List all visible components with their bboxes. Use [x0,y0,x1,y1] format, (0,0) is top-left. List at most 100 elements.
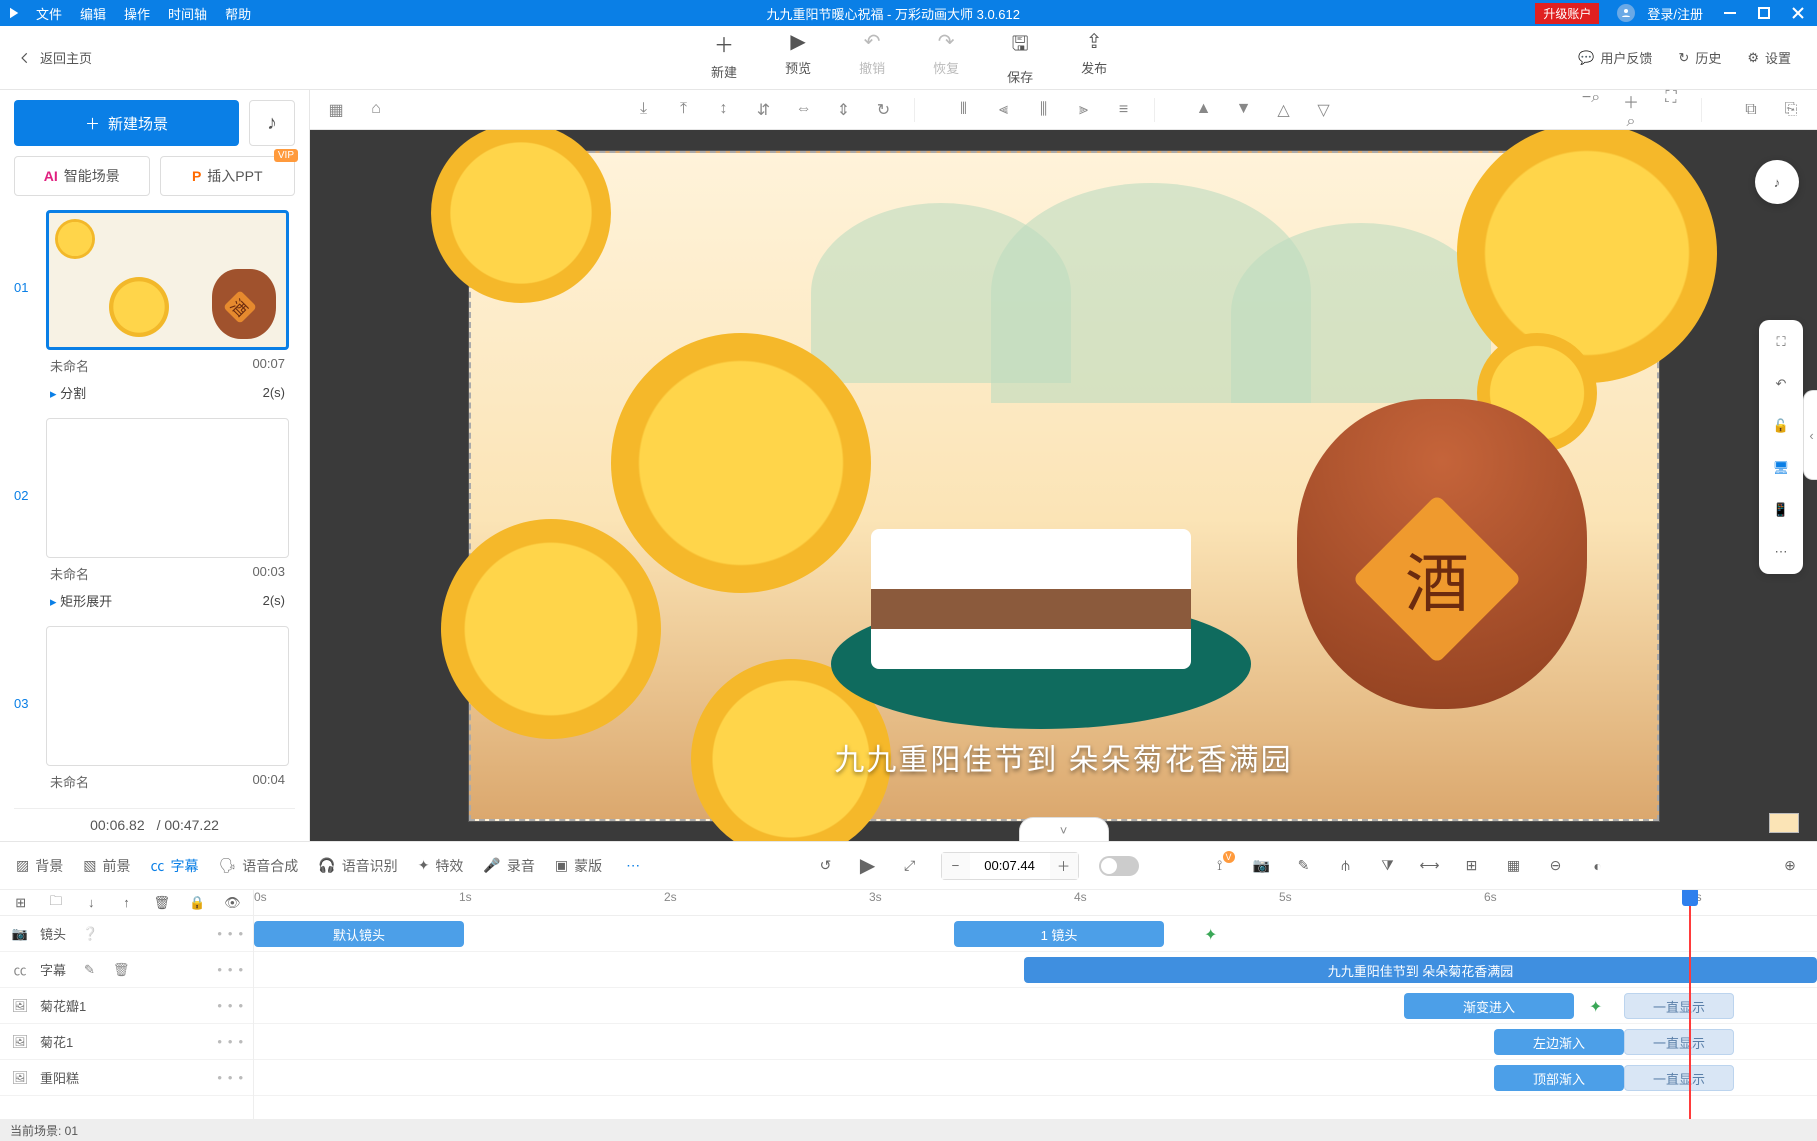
keyframe-icon[interactable]: ⟟V [1209,857,1231,874]
trim-icon[interactable]: ⟷ [1419,857,1441,874]
add-keyframe-icon[interactable]: ✦ [1589,997,1602,1017]
playhead[interactable] [1689,890,1691,1119]
help-q-icon[interactable]: ❔ [82,926,98,942]
clip-camera-1[interactable]: 1 镜头 [954,921,1164,947]
mobile-icon[interactable]: 📱 [1769,498,1793,522]
move-up-icon[interactable]: ↑ [116,895,137,910]
zoom-in-icon[interactable]: ＋⌕ [1621,89,1641,131]
send-back-icon[interactable]: ▼ [1234,100,1254,120]
track-row-layer[interactable]: 顶部渐入 一直显示 [254,1060,1817,1096]
tab-foreground[interactable]: ▧前景 [83,856,130,876]
track-head-layer[interactable]: 🖼 菊花1 ••• [0,1024,253,1060]
minimap-thumb[interactable] [1769,813,1799,833]
scene-thumbnail[interactable] [46,418,289,558]
clip-fx-stay[interactable]: 一直显示 [1624,1029,1734,1055]
edit-icon[interactable]: ✎ [1293,857,1315,874]
align-v-center-icon[interactable]: ↕ [714,100,734,120]
dist-h-icon[interactable]: ⫴ [954,101,974,119]
menu-file[interactable]: 文件 [36,4,62,23]
lock-open-icon[interactable]: 🔓 [1769,414,1793,438]
track-head-layer[interactable]: 🖼 菊花瓣1 ••• [0,988,253,1024]
flip-h-icon[interactable]: ⇔ [794,100,814,120]
play-icon[interactable]: ▸ [50,594,57,609]
window-minimize[interactable] [1715,0,1745,26]
copy-icon[interactable]: ⧉ [1741,101,1761,119]
tab-record[interactable]: 🎤录音 [483,856,534,876]
expand-icon[interactable]: ⤢ [899,857,921,874]
track-row-camera[interactable]: 默认镜头 1 镜头 ✦ [254,916,1817,952]
scene-item[interactable]: 02 未命名00:03 ▸ 矩形展开2(s) [14,418,289,620]
home-icon[interactable]: ⌂ [366,100,386,120]
tab-background[interactable]: ▨背景 [16,856,63,876]
scene-thumbnail[interactable] [46,626,289,766]
add-plus-right-icon[interactable]: ⊕ [1779,857,1801,874]
grid-icon[interactable]: ▦ [1503,857,1525,874]
add-keyframe-icon[interactable]: ✦ [1204,925,1217,945]
menu-timeline[interactable]: 时间轴 [168,4,207,23]
tab-asr[interactable]: 🎧语音识别 [318,856,397,876]
toolbar-redo[interactable]: ↷恢复 [933,29,959,86]
track-row-layer[interactable]: 左边渐入 一直显示 [254,1024,1817,1060]
track-row-layer[interactable]: 渐变进入 ✦ 一直显示 [254,988,1817,1024]
rewind-icon[interactable]: ↺ [815,857,837,874]
tab-mask[interactable]: ▣蒙版 [555,856,602,876]
clip-camera-default[interactable]: 默认镜头 [254,921,464,947]
menu-action[interactable]: 操作 [124,4,150,23]
dist-v-icon[interactable]: ≡ [1114,101,1134,119]
collapse-stage-handle[interactable]: ˅ [1019,817,1109,841]
fullscreen-icon[interactable]: ⛶ [1769,330,1793,354]
smart-scene-button[interactable]: AI智能场景 [14,156,150,196]
ruler-icon[interactable]: ▦ [326,100,346,120]
clip-subtitle[interactable]: 九九重阳佳节到 朵朵菊花香满园 [1024,957,1817,983]
insert-ppt-button[interactable]: P插入PPTVIP [160,156,296,196]
move-down-icon[interactable]: ↓ [81,895,102,910]
play-button[interactable]: ▶ [857,853,879,878]
toolbar-new[interactable]: ＋新建 [711,29,737,86]
login-link[interactable]: 登录/注册 [1639,4,1711,23]
play-icon[interactable]: ▸ [50,386,57,401]
track-row-subtitle[interactable]: 九九重阳佳节到 朵朵菊花香满园 [254,952,1817,988]
avatar-icon[interactable] [1617,4,1635,22]
desktop-icon[interactable]: 🖥 [1769,456,1793,480]
clip-fx-enter[interactable]: 顶部渐入 [1494,1065,1624,1091]
track-head-layer[interactable]: 🖼 重阳糕 ••• [0,1060,253,1096]
timeline-tracks[interactable]: 0s 1s 2s 3s 4s 5s 6s 7s 默认镜头 1 镜头 ✦ 九九重阳… [254,890,1817,1119]
forward-icon[interactable]: △ [1274,100,1294,120]
new-scene-button[interactable]: ＋新建场景 [14,100,239,146]
clip-fx-stay[interactable]: 一直显示 [1624,993,1734,1019]
upgrade-badge[interactable]: 升级账户 [1535,3,1599,24]
scene-item[interactable]: 01 未命名00:07 ▸ 分割2(s) [14,210,289,412]
zoom-out-tl-icon[interactable]: ⊖ [1545,857,1567,874]
clip-fx-enter[interactable]: 左边渐入 [1494,1029,1624,1055]
track-head-subtitle[interactable]: ㏄ 字幕 ✎ 🗑 ••• [0,952,253,988]
scene-music-button[interactable]: ♪ [249,100,295,146]
edit-small-icon[interactable]: ✎ [84,962,95,978]
add-box-icon[interactable]: ⊞ [1461,857,1483,874]
scene-thumbnail[interactable] [46,210,289,350]
align-right-icon[interactable]: ⫸ [1074,101,1094,119]
toolbar-undo[interactable]: ↶撤销 [859,29,885,86]
clip-fx-enter[interactable]: 渐变进入 [1404,993,1574,1019]
track-head-camera[interactable]: 📷 镜头 ❔ ••• [0,916,253,952]
delete-track-icon[interactable]: 🗑 [151,895,172,911]
menu-edit[interactable]: 编辑 [80,4,106,23]
help-icon[interactable]: ◐ [1587,858,1609,874]
align-left-icon[interactable]: ⫷ [994,101,1014,119]
settings-button[interactable]: ⚙设置 [1747,48,1791,67]
tab-tts[interactable]: 🗣语音合成 [218,856,298,876]
toolbar-save[interactable]: 🖫保存 [1007,29,1033,86]
backward-icon[interactable]: ▽ [1314,100,1334,120]
time-ruler[interactable]: 0s 1s 2s 3s 4s 5s 6s 7s [254,890,1817,916]
filter-icon[interactable]: ⧩ [1377,857,1399,874]
delete-small-icon[interactable]: 🗑 [113,962,130,978]
fit-icon[interactable]: ⛶ [1661,89,1681,131]
right-drawer-handle[interactable]: ‹ [1803,390,1817,480]
back-home-button[interactable]: 返回主页 [0,48,240,67]
window-close[interactable] [1783,0,1813,26]
align-center-icon[interactable]: ⫼ [1034,101,1054,119]
stage-music-button[interactable]: ♪ [1755,160,1799,204]
flip-v-icon[interactable]: ⇕ [834,100,854,120]
merge-icon[interactable]: ⫛ [1335,857,1357,874]
tab-fx[interactable]: ✦特效 [418,856,464,876]
more-round-icon[interactable]: ⋯ [622,857,644,874]
